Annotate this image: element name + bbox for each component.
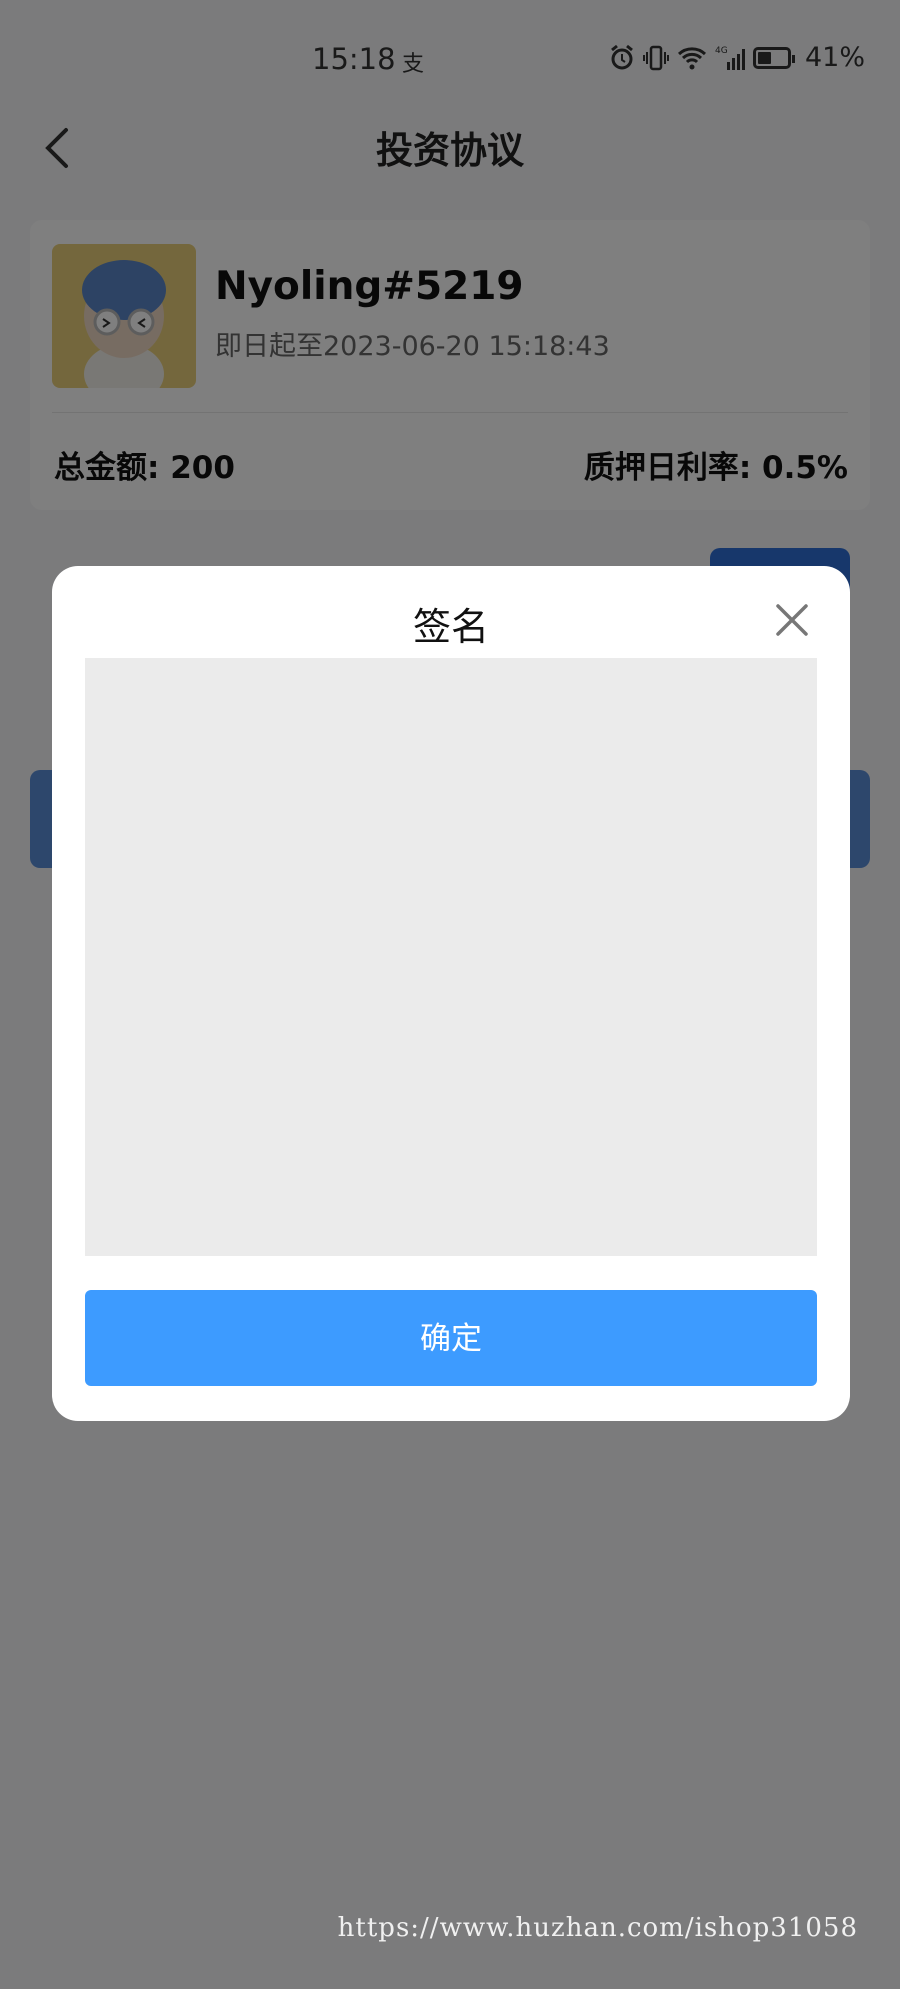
modal-title: 签名 — [412, 605, 489, 649]
watermark: https://www.huzhan.com/ishop31058 — [337, 1913, 858, 1943]
confirm-button[interactable]: 确定 — [85, 1290, 817, 1386]
close-icon[interactable] — [772, 600, 812, 640]
signature-pad[interactable] — [85, 658, 817, 1256]
signature-modal: 签名 确定 — [52, 566, 850, 1421]
